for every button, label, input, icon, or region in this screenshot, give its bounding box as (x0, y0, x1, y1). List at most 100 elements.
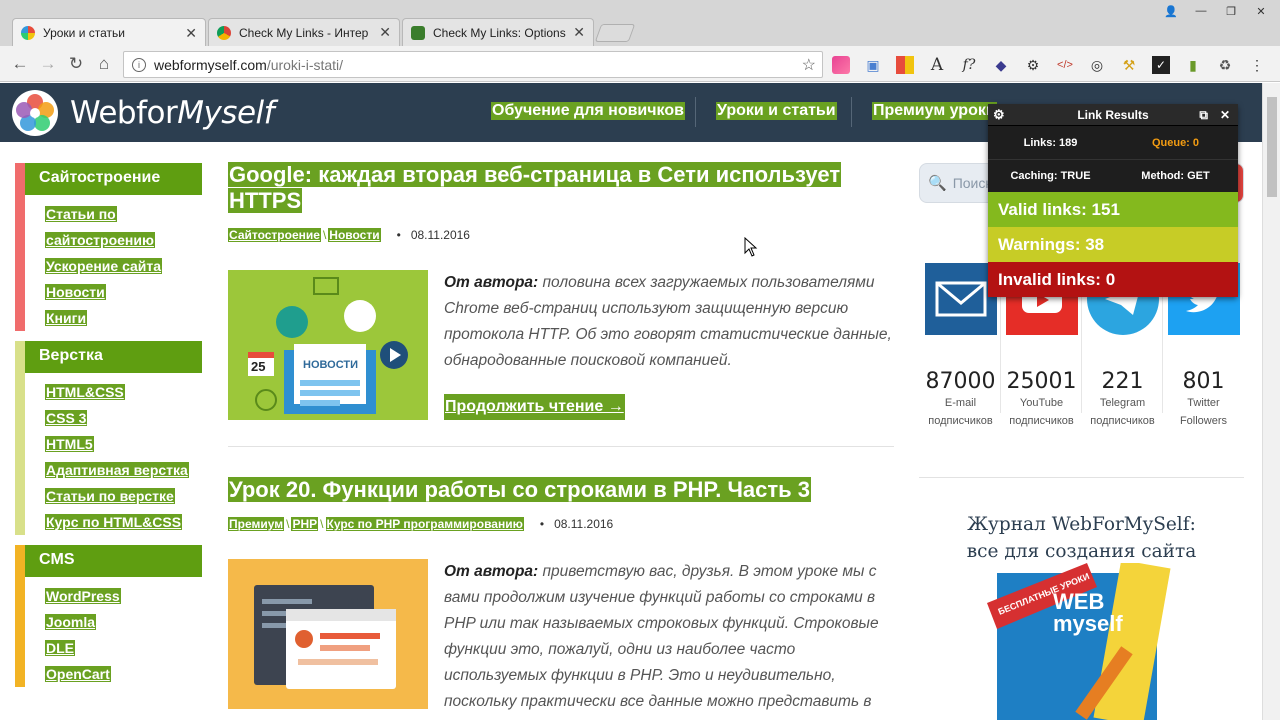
new-tab-button[interactable] (594, 24, 636, 42)
article-tag[interactable]: Премиум (228, 517, 285, 531)
article-thumbnail[interactable]: 25 НОВОСТИ (228, 270, 428, 420)
caching-status: Caching: TRUE (1010, 170, 1091, 182)
article-card: Урок 20. Функции работы со строками в PH… (228, 477, 894, 715)
sidebar-section-layout: Верстка HTML&CSS CSS 3 HTML5 Адаптивная … (15, 341, 202, 535)
email-icon[interactable] (924, 263, 997, 335)
sidebar-link[interactable]: сайтостроению (45, 232, 155, 248)
tab-uroki[interactable]: Уроки и статьи ✕ (12, 18, 206, 47)
extension-circle-icon[interactable]: ◎ (1088, 56, 1106, 74)
left-sidebar: Сайтостроение Статьи по сайтостроению Ус… (15, 163, 202, 697)
nav-premium[interactable]: Премиум уроки (872, 102, 997, 120)
sidebar-link[interactable]: OpenCart (45, 666, 111, 682)
webformyself-favicon-icon (21, 26, 35, 40)
social-label: YouTube (1019, 397, 1064, 409)
sidebar-link[interactable]: CSS 3 (45, 410, 88, 426)
tab-check-my-links-inter[interactable]: Check My Links - Интер ✕ (208, 18, 400, 46)
extension-hammer-icon[interactable]: ⚒ (1120, 56, 1138, 74)
sidebar-link[interactable]: Статьи по (45, 206, 117, 222)
close-icon[interactable]: ✕ (1220, 104, 1230, 126)
restore-icon[interactable]: ❐ (1218, 2, 1244, 20)
sidebar-link[interactable]: Статьи по верстке (45, 488, 175, 504)
url-path: /uroki-i-stati/ (266, 56, 344, 73)
sidebar-link[interactable]: Joomla (45, 614, 97, 630)
extension-recycle-icon[interactable]: ♻ (1216, 56, 1234, 74)
warnings-result: Warnings: 38 (988, 227, 1238, 262)
sidebar-link[interactable]: Ускорение сайта (45, 258, 163, 274)
info-icon[interactable]: i (132, 57, 146, 72)
tab-check-my-links-options[interactable]: Check My Links: Options ✕ (402, 18, 594, 46)
article-excerpt: От автора: приветствую вас, друзья. В эт… (444, 559, 894, 715)
article-thumbnail[interactable]: PHP (228, 559, 428, 709)
chrome-menu-icon[interactable]: ⋮ (1248, 56, 1266, 74)
sidebar-link[interactable]: DLE (45, 640, 75, 656)
sidebar-heading: CMS (25, 545, 202, 577)
extension-pixel-icon[interactable]: ◆ (992, 56, 1010, 74)
search-icon: 🔍 (928, 175, 947, 192)
forward-icon[interactable]: → (38, 54, 58, 74)
extension-bars-icon[interactable]: ▮ (1184, 56, 1202, 74)
sidebar-link[interactable]: Адаптивная верстка (45, 462, 189, 478)
article-tag[interactable]: PHP (291, 517, 319, 531)
minimize-icon[interactable]: — (1188, 2, 1214, 20)
close-window-icon[interactable]: ✕ (1248, 2, 1274, 20)
excerpt-text: приветствую вас, друзья. В этом уроке мы… (444, 563, 879, 710)
sidebar-link[interactable]: Книги (45, 310, 88, 326)
page-scrollbar[interactable] (1262, 83, 1280, 720)
social-label: Twitter (1187, 397, 1220, 409)
close-tab-icon[interactable]: ✕ (573, 24, 585, 41)
home-icon[interactable]: ⌂ (94, 54, 114, 74)
extension-window-icon[interactable]: ▣ (864, 56, 882, 74)
back-icon[interactable]: ← (10, 54, 30, 74)
extension-function-icon[interactable]: f? (960, 56, 978, 74)
read-more-link[interactable]: Продолжить чтение → (444, 394, 625, 420)
thumbnail-label-text: НОВОСТИ (303, 359, 359, 371)
social-label: E-mail (944, 397, 977, 409)
article-card: Google: каждая вторая веб-страница в Сет… (228, 162, 894, 420)
popout-icon[interactable]: ⧉ (1199, 104, 1208, 126)
url-host: webformyself.com (154, 56, 267, 73)
site-logo[interactable]: WebforMyself (70, 95, 275, 131)
author-label: От автора: (444, 563, 539, 580)
extension-code-icon[interactable]: </> (1056, 56, 1074, 74)
article-date: 08.11.2016 (554, 517, 614, 531)
browser-tabstrip: Уроки и статьи ✕ Check My Links - Интер … (0, 0, 1280, 47)
sidebar-link[interactable]: HTML&CSS (45, 384, 125, 400)
close-tab-icon[interactable]: ✕ (379, 24, 391, 41)
section-accent-bar (15, 545, 25, 687)
queue-count: Queue: 0 (1151, 136, 1200, 149)
article-tag[interactable]: Новости (328, 228, 381, 242)
scrollbar-thumb[interactable] (1267, 97, 1277, 197)
subscriber-count: 221 (1101, 369, 1144, 394)
social-sublabel: подписчиков (928, 415, 993, 427)
section-accent-bar (15, 163, 25, 331)
extension-check-my-links-icon[interactable]: ✓ (1152, 56, 1170, 74)
sidebar-link[interactable]: Курс по HTML&CSS (45, 514, 183, 530)
article-title[interactable]: Урок 20. Функции работы со строками в PH… (228, 477, 812, 502)
thumbnail-date-text: 25 (251, 359, 266, 374)
nav-beginners[interactable]: Обучение для новичков (491, 102, 685, 120)
sidebar-section-cms: CMS WordPress Joomla DLE OpenCart (15, 545, 202, 687)
section-accent-bar (15, 341, 25, 535)
article-title[interactable]: Google: каждая вторая веб-страница в Сет… (228, 162, 842, 213)
sidebar-heading: Сайтостроение (25, 163, 202, 195)
logo-flower-icon[interactable] (12, 90, 58, 136)
nav-lessons[interactable]: Уроки и статьи (716, 102, 837, 120)
extension-gear-icon[interactable]: ⚙ (1024, 56, 1042, 74)
bookmark-star-icon[interactable]: ☆ (802, 55, 816, 75)
social-sublabel: подписчиков (1090, 415, 1155, 427)
gear-icon[interactable]: ⚙ (993, 104, 1005, 126)
extension-flag-icon[interactable] (896, 56, 914, 74)
logo-word-2: Myself (177, 95, 275, 131)
extension-color-icon[interactable] (832, 56, 850, 74)
address-bar[interactable]: i webformyself.com/uroki-i-stati/ ☆ (123, 51, 823, 78)
article-tag[interactable]: Курс по PHP программированию (325, 517, 524, 531)
sidebar-link[interactable]: WordPress (45, 588, 121, 604)
reload-icon[interactable]: ↻ (66, 54, 86, 74)
magazine-cover[interactable]: WEB myself БЕСПЛАТНЫЕ УРОКИ (987, 559, 1172, 720)
user-profile-icon[interactable]: 👤 (1158, 2, 1184, 20)
extension-font-icon[interactable]: A (928, 55, 946, 75)
sidebar-link[interactable]: Новости (45, 284, 106, 300)
close-tab-icon[interactable]: ✕ (185, 25, 197, 42)
article-tag[interactable]: Сайтостроение (228, 228, 321, 242)
sidebar-link[interactable]: HTML5 (45, 436, 94, 452)
